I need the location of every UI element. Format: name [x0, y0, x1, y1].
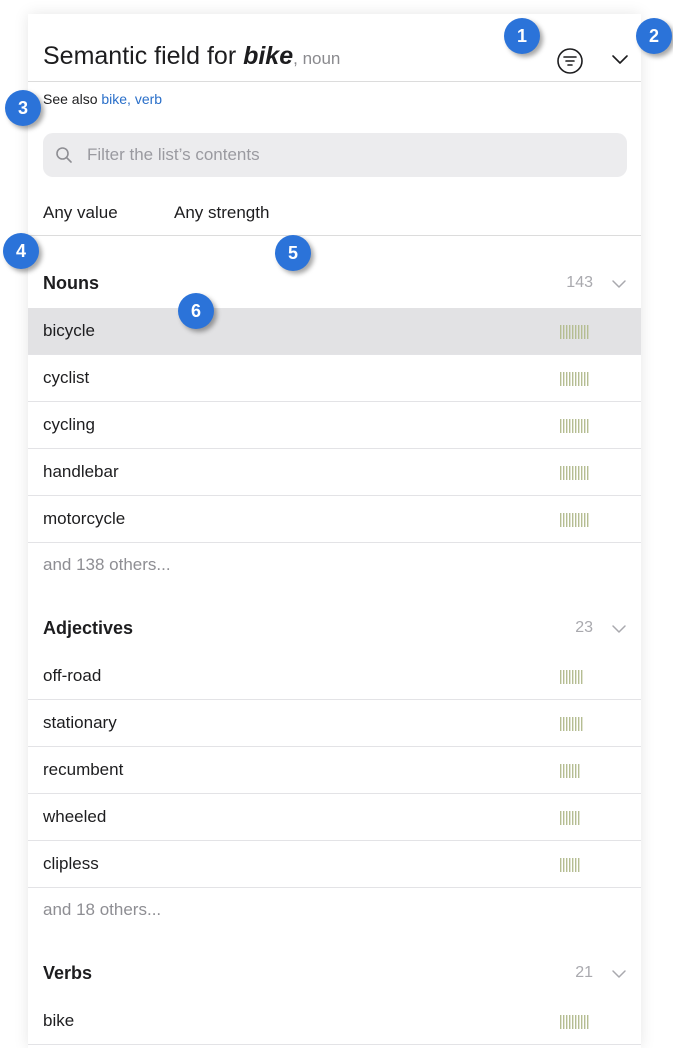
title-headword: bike: [243, 42, 294, 70]
list-item-word: handlebar: [43, 462, 119, 481]
strength-bars-icon: [560, 858, 580, 872]
section-header-adjectives[interactable]: Adjectives 23: [28, 605, 641, 653]
section-label: Verbs: [43, 963, 93, 983]
filter-bar: Any value Any strength: [28, 186, 641, 236]
strength-bars-icon: [560, 1015, 589, 1029]
strength-bars-icon: [560, 811, 580, 825]
semantic-field-panel: Semantic field for bike, noun See also b…: [28, 14, 641, 1048]
more-items-link[interactable]: and 18 others...: [43, 900, 161, 920]
strength-filter[interactable]: Any strength: [174, 203, 269, 223]
section-count: 21: [575, 964, 593, 981]
chevron-down-icon[interactable]: [611, 621, 627, 637]
list-item[interactable]: handlebar: [28, 449, 641, 496]
strength-bars-icon: [560, 513, 589, 527]
see-also-label: See also: [43, 91, 102, 107]
section-count: 143: [566, 274, 593, 291]
list-item[interactable]: clipless: [28, 841, 641, 888]
strength-bars-icon: [560, 325, 589, 339]
section-count: 23: [575, 619, 593, 636]
value-filter[interactable]: Any value: [43, 203, 118, 223]
list-item[interactable]: stationary: [28, 700, 641, 747]
title-part-of-speech: , noun: [293, 49, 341, 68]
more-items-link[interactable]: and 138 others...: [43, 555, 171, 575]
chevron-down-icon[interactable]: [611, 966, 627, 982]
strength-bars-icon: [560, 670, 583, 684]
annotation-badge: 3: [5, 90, 41, 126]
annotation-badge: 4: [3, 233, 39, 269]
list-item[interactable]: cycling: [28, 402, 641, 449]
list-item-word: cyclist: [43, 368, 90, 387]
list-item-word: wheeled: [43, 807, 107, 826]
list-item[interactable]: bicycle: [28, 308, 641, 355]
annotation-badge: 6: [178, 293, 214, 329]
list-item[interactable]: bike: [28, 998, 641, 1045]
section-header-verbs[interactable]: Verbs 21: [28, 950, 641, 998]
strength-bars-icon: [560, 419, 589, 433]
section-label: Nouns: [43, 273, 99, 293]
section-label: Adjectives: [43, 618, 134, 638]
list-item-word: recumbent: [43, 760, 124, 779]
annotation-badge: 5: [275, 235, 311, 271]
strength-bars-icon: [560, 764, 580, 778]
list-item[interactable]: motorcycle: [28, 496, 641, 543]
search-input[interactable]: [87, 133, 607, 177]
list-item-word: off-road: [43, 666, 102, 685]
strength-bars-icon: [560, 466, 589, 480]
title-text: Semantic field for: [43, 42, 244, 70]
annotation-badge: 2: [636, 18, 672, 54]
search-icon: [56, 147, 72, 163]
list-item[interactable]: wheeled: [28, 794, 641, 841]
see-also-link[interactable]: bike, verb: [101, 91, 162, 107]
list-item[interactable]: recumbent: [28, 747, 641, 794]
list-item-word: cycling: [43, 415, 95, 434]
panel-header: Semantic field for bike, noun: [28, 14, 641, 82]
list-item[interactable]: off-road: [28, 653, 641, 700]
list-item-word: motorcycle: [43, 509, 126, 528]
page-title: Semantic field for bike, noun: [43, 42, 340, 71]
chevron-down-icon[interactable]: [611, 276, 627, 292]
strength-bars-icon: [560, 717, 583, 731]
list-item-word: bicycle: [43, 321, 95, 340]
list-item-word: bike: [43, 1011, 75, 1030]
list-item[interactable]: cyclist: [28, 355, 641, 402]
filter-lines-icon[interactable]: [556, 47, 584, 75]
strength-bars-icon: [560, 372, 589, 386]
section-header-nouns[interactable]: Nouns 143: [28, 260, 641, 308]
see-also: See also bike, verb: [43, 91, 162, 107]
chevron-down-icon[interactable]: [608, 47, 632, 71]
list-item-word: stationary: [43, 713, 117, 732]
filter-search-field[interactable]: [43, 133, 627, 177]
annotation-badge: 1: [504, 18, 540, 54]
list-item-word: clipless: [43, 854, 99, 873]
